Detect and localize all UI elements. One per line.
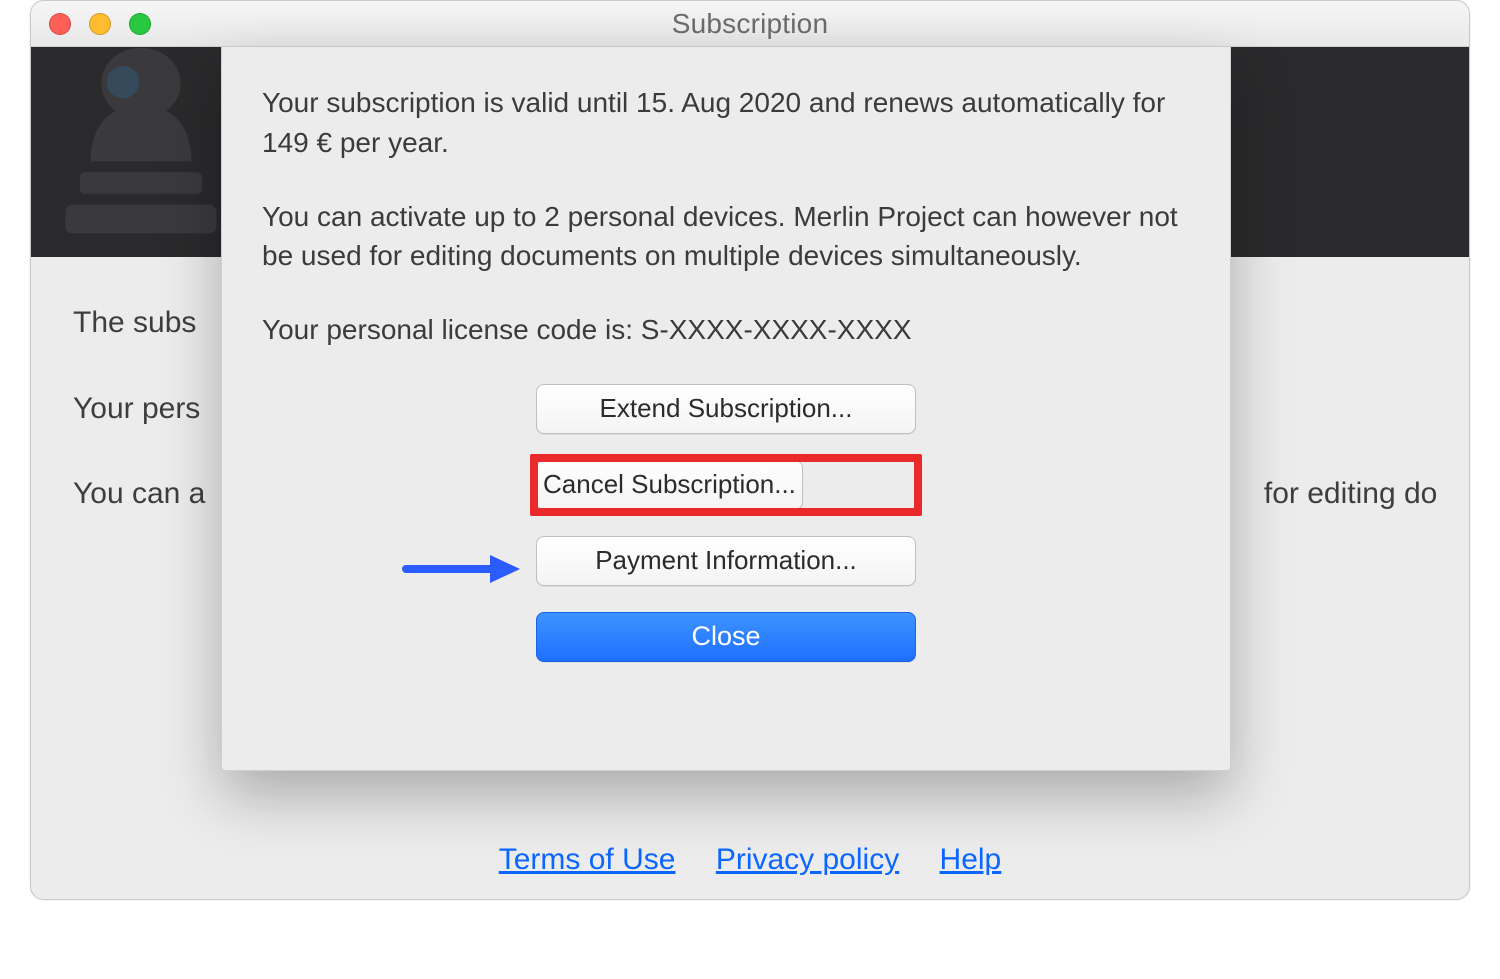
payment-information-button[interactable]: Payment Information... xyxy=(536,536,916,586)
help-link[interactable]: Help xyxy=(940,843,1002,876)
close-window-button[interactable] xyxy=(49,13,71,35)
annotation-arrow-icon xyxy=(402,551,522,587)
minimize-window-button[interactable] xyxy=(89,13,111,35)
annotation-highlight: Cancel Subscription... xyxy=(530,454,922,516)
window-titlebar: Subscription xyxy=(31,1,1469,47)
window-title: Subscription xyxy=(672,8,828,40)
footer-links: Terms of Use Privacy policy Help xyxy=(31,843,1469,877)
zoom-window-button[interactable] xyxy=(129,13,151,35)
terms-of-use-link[interactable]: Terms of Use xyxy=(499,843,676,876)
device-limit-text: You can activate up to 2 personal device… xyxy=(262,197,1190,277)
chess-piece-icon xyxy=(51,37,231,257)
subscription-sheet: Your subscription is valid until 15. Aug… xyxy=(221,47,1231,771)
subscription-validity-text: Your subscription is valid until 15. Aug… xyxy=(262,83,1190,163)
cancel-subscription-button[interactable]: Cancel Subscription... xyxy=(536,460,803,510)
sheet-button-stack: Extend Subscription... Cancel Subscripti… xyxy=(536,384,916,662)
subscription-window: Subscription The subs Your pers You can … xyxy=(30,0,1470,900)
privacy-policy-link[interactable]: Privacy policy xyxy=(716,843,899,876)
window-controls xyxy=(49,13,151,35)
license-code-text: Your personal license code is: S-XXXX-XX… xyxy=(262,310,1190,350)
extend-subscription-button[interactable]: Extend Subscription... xyxy=(536,384,916,434)
close-button[interactable]: Close xyxy=(536,612,916,662)
